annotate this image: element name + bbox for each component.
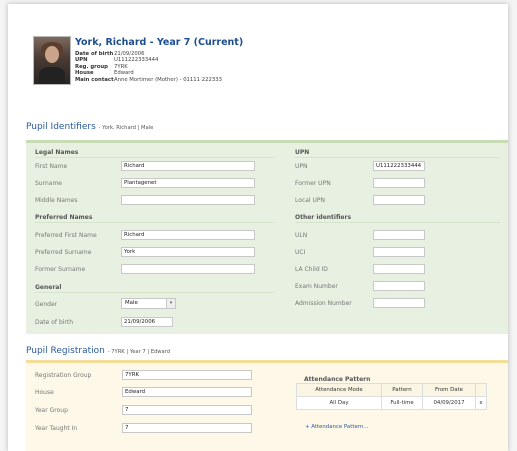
local-upn-label: Local UPN — [295, 197, 325, 204]
column-header: Pattern — [381, 383, 423, 397]
uci-label: UCI — [295, 249, 306, 256]
identifiers-title: Pupil Identifiers — [26, 122, 96, 132]
info-value: Anne Mortimer (Mother) - 01111 222333 — [114, 76, 222, 83]
attendance-mode-cell: All Day — [296, 396, 382, 410]
pupil-summary: Date of birth 21/09/2006 UPN U111222333444… — [75, 51, 222, 83]
local-upn-input[interactable] — [373, 195, 425, 205]
upn-header: UPN — [295, 149, 310, 156]
year-taught-input[interactable]: 7 — [122, 423, 252, 433]
legal-names-header: Legal Names — [35, 149, 79, 156]
preferred-first-name-input[interactable]: Richard — [121, 230, 255, 240]
admission-number-label: Admission Number — [295, 300, 352, 307]
add-attendance-pattern-link[interactable]: + Attendance Pattern... — [305, 424, 368, 430]
dob-input[interactable]: 21/09/2006 — [121, 317, 173, 327]
la-child-id-label: LA Child ID — [295, 266, 328, 273]
attendance-table: Attendance Mode Pattern From Date All Da… — [296, 383, 487, 410]
former-surname-label: Former Surname — [35, 266, 86, 273]
table-header-row: Attendance Mode Pattern From Date — [296, 383, 487, 397]
first-name-label: First Name — [35, 163, 68, 170]
pupil-name-title: York, Richard - Year 7 (Current) — [75, 37, 244, 48]
column-header: Attendance Mode — [296, 383, 382, 397]
year-taught-label: Year Taught In — [35, 425, 78, 432]
registration-group-label: Registration Group — [35, 372, 92, 379]
other-identifiers-header: Other identifiers — [295, 214, 352, 221]
attendance-pattern-cell: Full-time — [381, 396, 423, 410]
table-row[interactable]: All Day Full-time 04/09/2017 x — [296, 396, 487, 410]
identifiers-section-title: Pupil Identifiers - York, Richard | Male — [26, 122, 153, 132]
former-upn-input[interactable] — [373, 178, 425, 188]
exam-number-label: Exam Number — [295, 283, 338, 290]
preferred-first-name-label: Preferred First Name — [35, 232, 97, 239]
pupil-photo — [33, 36, 71, 85]
info-key: Main contact — [75, 76, 114, 83]
gender-label: Gender — [35, 301, 58, 308]
exam-number-input[interactable] — [373, 281, 425, 291]
registration-subtitle: - 7YRK | Year 7 | Edward — [107, 349, 171, 355]
preferred-surname-input[interactable]: York — [121, 247, 255, 257]
former-surname-input[interactable] — [121, 264, 255, 274]
preferred-names-header: Preferred Names — [35, 214, 93, 221]
pupil-record-page: York, Richard - Year 7 (Current) Date of… — [8, 4, 508, 451]
registration-section-title: Pupil Registration - 7YRK | Year 7 | Edw… — [26, 346, 170, 356]
general-header: General — [35, 284, 62, 291]
year-group-input[interactable]: 7 — [122, 405, 252, 415]
attendance-pattern-header: Attendance Pattern — [304, 376, 371, 383]
middle-names-label: Middle Names — [35, 197, 78, 204]
attendance-from-cell: 04/09/2017 — [422, 396, 476, 410]
year-group-label: Year Group — [35, 407, 68, 414]
surname-label: Surname — [35, 180, 62, 187]
remove-row-button[interactable]: x — [475, 396, 487, 410]
middle-names-input[interactable] — [121, 195, 255, 205]
registration-group-input[interactable]: 7YRK — [122, 370, 252, 380]
column-header: From Date — [422, 383, 476, 397]
former-upn-label: Former UPN — [295, 180, 331, 187]
registration-title: Pupil Registration — [26, 346, 105, 356]
dob-label: Date of birth — [35, 319, 74, 326]
upn-input[interactable]: U111222333444 — [373, 161, 425, 171]
house-input[interactable]: Edward — [122, 387, 252, 397]
uln-label: ULN — [295, 232, 308, 239]
identifiers-panel: Legal Names First Name Richard Surname P… — [26, 140, 508, 334]
uci-input[interactable] — [373, 247, 425, 257]
preferred-surname-label: Preferred Surname — [35, 249, 92, 256]
first-name-input[interactable]: Richard — [121, 161, 255, 171]
chevron-down-icon[interactable]: ▾ — [166, 299, 175, 308]
la-child-id-input[interactable] — [373, 264, 425, 274]
surname-input[interactable]: Plantagenet — [121, 178, 255, 188]
house-label: House — [35, 389, 54, 396]
uln-input[interactable] — [373, 230, 425, 240]
upn-label: UPN — [295, 163, 308, 170]
gender-select[interactable]: Male ▾ — [121, 298, 176, 309]
admission-number-input[interactable] — [373, 298, 425, 308]
column-header-blank — [475, 383, 487, 397]
identifiers-subtitle: - York, Richard | Male — [98, 125, 154, 131]
gender-value: Male — [125, 300, 138, 306]
